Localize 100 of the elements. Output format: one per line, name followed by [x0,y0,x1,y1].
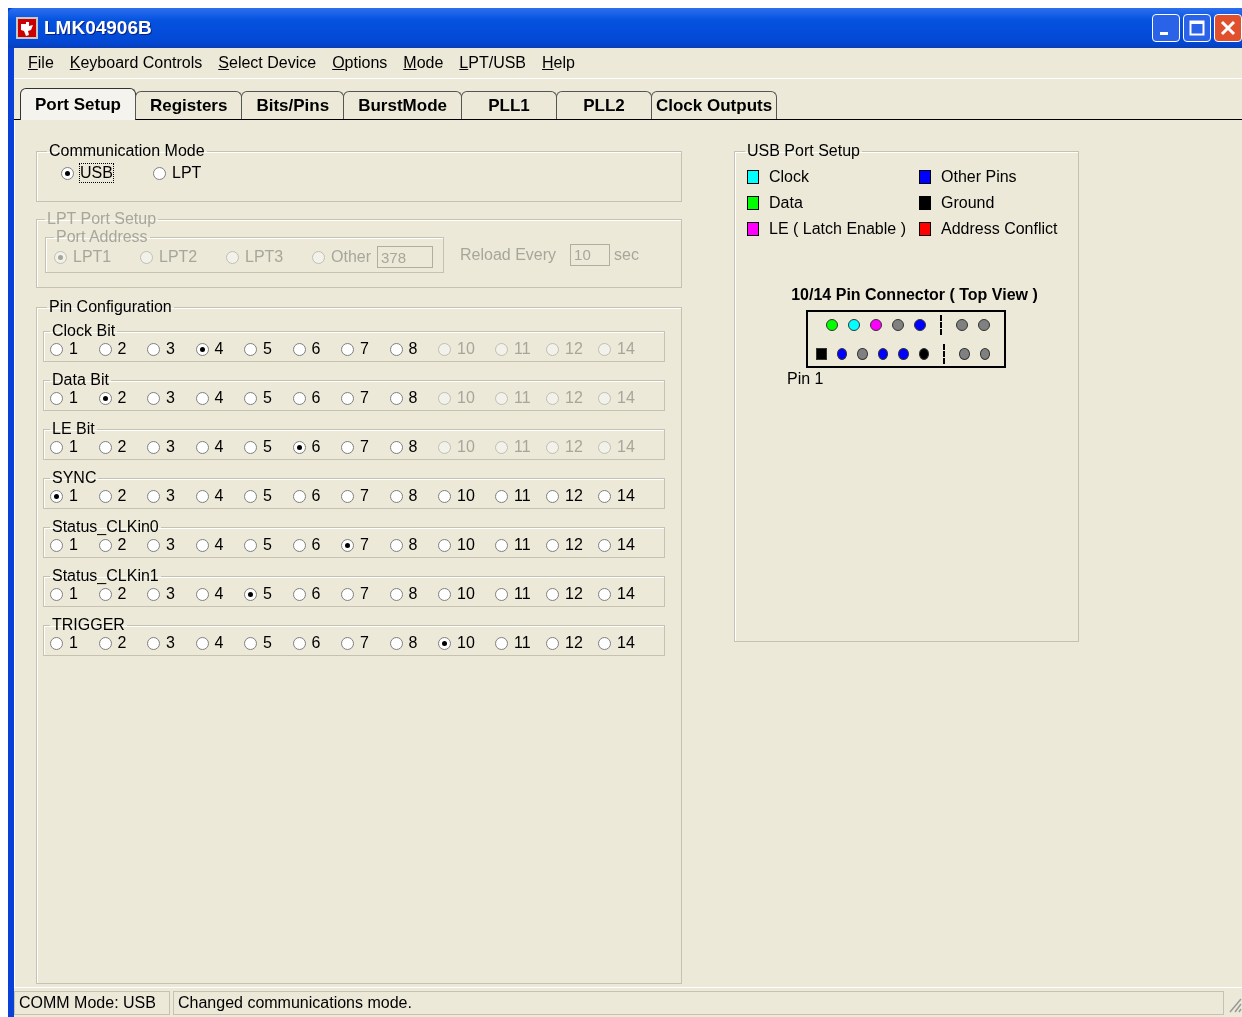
radio-label: 10 [457,487,475,505]
radio-button[interactable] [292,587,306,601]
radio-button[interactable] [546,538,559,552]
radio-label: 2 [117,340,127,358]
radio-button[interactable] [341,440,354,454]
radio-button[interactable] [292,342,306,356]
radio-button[interactable] [438,489,451,503]
radio-button[interactable] [292,391,306,405]
radio-button[interactable] [389,489,403,503]
radio-button[interactable] [244,342,257,356]
radio-button[interactable] [546,587,559,601]
radio-label: 6 [311,585,321,603]
menu-item[interactable]: File [20,54,62,72]
close-button[interactable] [1214,14,1242,42]
radio-button[interactable] [598,489,611,503]
radio-button[interactable] [341,636,354,650]
radio-button[interactable] [389,391,403,405]
radio-button[interactable] [341,587,354,601]
radio-button[interactable] [389,440,403,454]
radio-button[interactable] [341,342,354,356]
radio-button[interactable] [495,587,508,601]
radio-button[interactable] [50,391,63,405]
menu-item[interactable]: Mode [395,54,452,72]
app-icon [16,17,38,39]
radio-button[interactable] [244,489,257,503]
radio-button[interactable] [61,166,74,180]
tab[interactable]: Registers [134,91,243,119]
radio-button[interactable] [50,342,63,356]
radio-button[interactable] [389,587,403,601]
radio-button[interactable] [147,342,160,356]
radio-button[interactable] [50,538,63,552]
radio-button[interactable] [244,391,257,405]
radio-button[interactable] [195,587,209,601]
radio-button[interactable] [153,166,166,180]
connector-title: 10/14 Pin Connector ( Top View ) [790,286,1039,304]
radio-button[interactable] [147,538,160,552]
radio-button[interactable] [195,538,209,552]
radio-button[interactable] [546,489,559,503]
radio-button[interactable] [389,342,403,356]
maximize-button[interactable] [1183,14,1211,42]
radio-button[interactable] [147,489,160,503]
tab[interactable]: Port Setup [20,88,136,120]
tab[interactable]: Clock Outputs [650,91,778,119]
radio-button[interactable] [147,391,160,405]
radio-label: 4 [214,340,224,358]
radio-button[interactable] [292,538,306,552]
radio-button[interactable] [244,440,257,454]
radio-button[interactable] [389,538,403,552]
radio-button[interactable] [98,587,112,601]
radio-button[interactable] [438,636,451,650]
menu-item[interactable]: LPT/USB [451,54,535,72]
minimize-button[interactable] [1152,14,1180,42]
radio-button[interactable] [195,440,209,454]
radio-button[interactable] [292,440,306,454]
radio-button[interactable] [98,489,112,503]
radio-button[interactable] [389,636,403,650]
radio-label: 10 [457,438,475,456]
radio-button[interactable] [546,636,559,650]
radio-label: 12 [565,389,583,407]
radio-button[interactable] [98,391,112,405]
radio-button[interactable] [50,587,63,601]
radio-button[interactable] [495,636,508,650]
radio-label: 3 [166,487,175,505]
radio-button[interactable] [598,636,611,650]
radio-label: 7 [360,536,369,554]
menu-item[interactable]: Options [324,54,396,72]
radio-label: LPT2 [159,248,198,266]
radio-button[interactable] [341,391,354,405]
radio-button[interactable] [598,587,611,601]
radio-button[interactable] [195,489,209,503]
radio-button[interactable] [98,538,112,552]
radio-button[interactable] [50,489,63,503]
radio-button[interactable] [438,538,451,552]
radio-button[interactable] [50,636,63,650]
radio-button[interactable] [292,636,306,650]
radio-button[interactable] [147,636,160,650]
radio-button[interactable] [495,538,508,552]
menu-item[interactable]: Select Device [210,54,325,72]
radio-button[interactable] [195,342,209,356]
radio-label: 1 [69,340,78,358]
menu-item[interactable]: Help [534,54,583,72]
radio-button[interactable] [495,489,508,503]
radio-button[interactable] [244,538,257,552]
menu-item[interactable]: Keyboard Controls [61,54,211,72]
radio-button[interactable] [98,636,112,650]
radio-button[interactable] [98,440,112,454]
radio-button[interactable] [244,587,257,601]
radio-button[interactable] [195,391,209,405]
radio-button[interactable] [98,342,112,356]
radio-button[interactable] [50,440,63,454]
radio-button[interactable] [147,440,160,454]
radio-button[interactable] [438,587,451,601]
radio-button[interactable] [244,636,257,650]
minimize-icon [1160,31,1168,35]
radio-button[interactable] [341,538,354,552]
radio-button[interactable] [147,587,160,601]
radio-button[interactable] [598,538,611,552]
radio-button[interactable] [195,636,209,650]
radio-button[interactable] [292,489,306,503]
radio-button[interactable] [341,489,354,503]
